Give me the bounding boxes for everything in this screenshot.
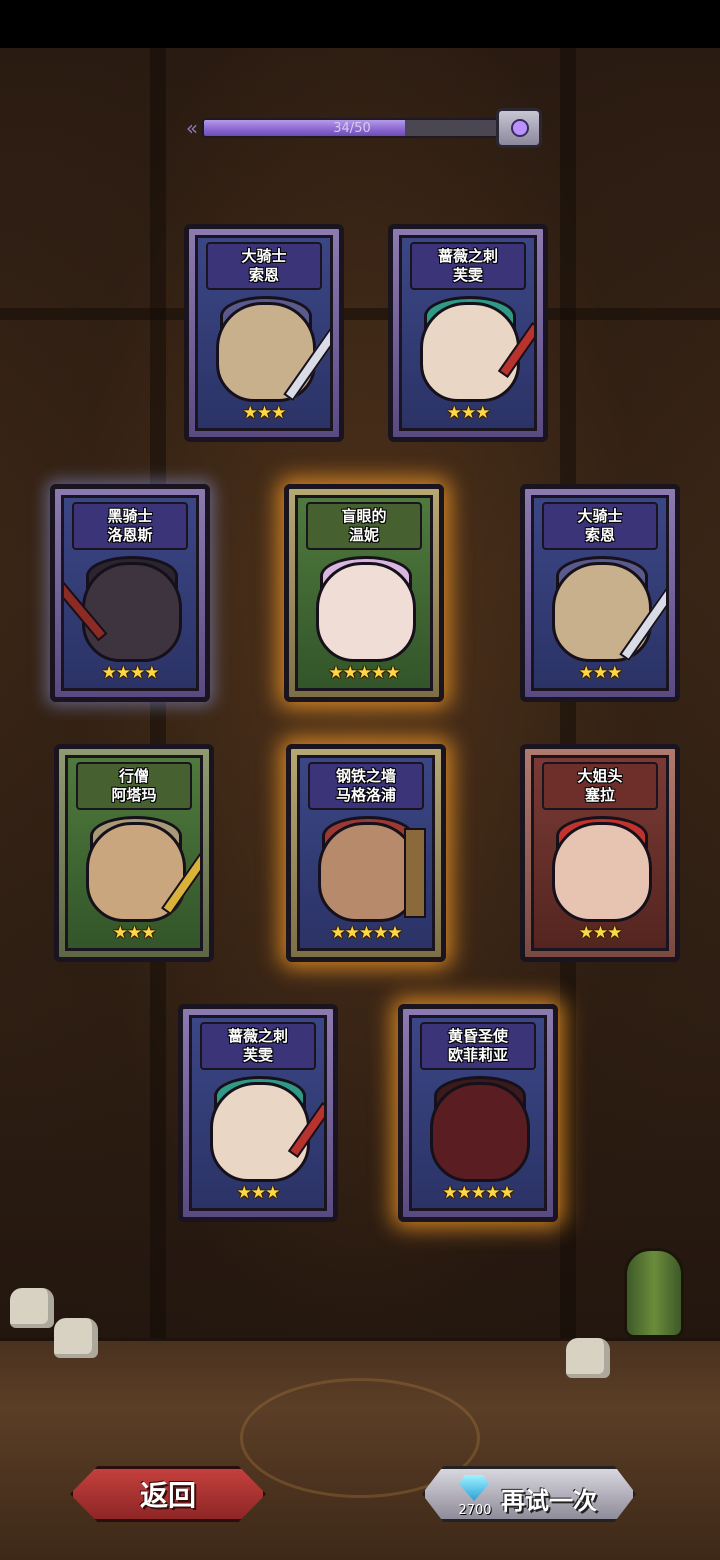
hero-name: 欧菲莉亚 xyxy=(447,1046,508,1064)
diamond-gem-icon xyxy=(459,1475,489,1501)
hero-card-art: 黄昏圣使 欧菲莉亚 ★★★★★ xyxy=(409,1015,547,1211)
hero-title: 大骑士 xyxy=(577,507,623,525)
hero-card-art: 大骑士 索恩 ★★★ xyxy=(195,235,333,431)
hero-title: 蔷薇之刺 xyxy=(437,247,498,265)
reward-chest-icon[interactable] xyxy=(496,108,542,148)
hero-name-plate: 黑骑士 洛恩斯 xyxy=(72,502,188,550)
hero-star-rating: ★★★ xyxy=(236,1183,281,1203)
hero-title: 大姐头 xyxy=(577,767,623,785)
hero-name: 温妮 xyxy=(348,526,379,544)
hero-card-art: 大姐头 塞拉 ★★★ xyxy=(531,755,669,951)
hero-card[interactable]: 黄昏圣使 欧菲莉亚 ★★★★★ xyxy=(398,1004,558,1222)
back-button[interactable]: 返回 xyxy=(70,1466,266,1522)
hero-title: 蔷薇之刺 xyxy=(227,1027,288,1045)
hero-star-rating: ★★★★ xyxy=(101,663,160,683)
hero-card-art: 大骑士 索恩 ★★★ xyxy=(531,495,669,691)
hero-title: 盲眼的 xyxy=(341,507,387,525)
retry-button[interactable]: 2700 再试一次 xyxy=(422,1466,636,1522)
candle-icon xyxy=(566,1338,610,1378)
hero-card-art: 黑骑士 洛恩斯 ★★★★ xyxy=(61,495,199,691)
hero-name: 芙雯 xyxy=(242,1046,273,1064)
hero-title: 行僧 xyxy=(118,767,149,785)
hero-name-plate: 大骑士 索恩 xyxy=(206,242,322,290)
hero-portrait xyxy=(210,1082,310,1182)
hero-portrait xyxy=(430,1082,530,1182)
hero-star-rating: ★★★ xyxy=(578,663,623,683)
candle-icon xyxy=(10,1288,54,1328)
retry-cost: 2700 xyxy=(458,1503,492,1518)
hero-card[interactable]: 大骑士 索恩 ★★★ xyxy=(520,484,680,702)
shield-icon xyxy=(404,828,426,918)
hero-card[interactable]: 大骑士 索恩 ★★★ xyxy=(184,224,344,442)
hero-star-rating: ★★★ xyxy=(578,923,623,943)
hero-card[interactable]: 黑骑士 洛恩斯 ★★★★ xyxy=(50,484,210,702)
hero-portrait xyxy=(552,822,652,922)
wood-beam xyxy=(0,308,720,320)
hero-name-plate: 盲眼的 温妮 xyxy=(306,502,422,550)
hero-name: 阿塔玛 xyxy=(111,786,157,804)
hero-name: 索恩 xyxy=(248,266,279,284)
hero-name-plate: 黄昏圣使 欧菲莉亚 xyxy=(420,1022,536,1070)
hero-card[interactable]: 蔷薇之刺 芙雯 ★★★ xyxy=(388,224,548,442)
progress-text: 34/50 xyxy=(333,121,371,136)
hero-title: 黄昏圣使 xyxy=(447,1027,508,1045)
hero-card[interactable]: 盲眼的 温妮 ★★★★★ xyxy=(284,484,444,702)
hero-name: 马格洛浦 xyxy=(335,786,396,804)
hero-title: 钢铁之墙 xyxy=(335,767,396,785)
hero-star-rating: ★★★ xyxy=(112,923,157,943)
hero-portrait xyxy=(318,822,418,922)
hero-card[interactable]: 行僧 阿塔玛 ★★★ xyxy=(54,744,214,962)
hero-card-art: 蔷薇之刺 芙雯 ★★★ xyxy=(189,1015,327,1211)
hero-name-plate: 蔷薇之刺 芙雯 xyxy=(410,242,526,290)
summon-progress-bar: « 34/50 xyxy=(180,108,542,148)
candle-icon xyxy=(54,1318,98,1358)
double-chevron-left-icon: « xyxy=(185,116,199,140)
hero-name-plate: 大姐头 塞拉 xyxy=(542,762,658,810)
hero-card-art: 蔷薇之刺 芙雯 ★★★ xyxy=(399,235,537,431)
hero-name-plate: 钢铁之墙 马格洛浦 xyxy=(308,762,424,810)
hero-name: 索恩 xyxy=(584,526,615,544)
hero-name: 洛恩斯 xyxy=(107,526,153,544)
hero-card-art: 钢铁之墙 马格洛浦 ★★★★★ xyxy=(297,755,435,951)
hero-card[interactable]: 蔷薇之刺 芙雯 ★★★ xyxy=(178,1004,338,1222)
hero-portrait xyxy=(316,562,416,662)
hero-title: 黑骑士 xyxy=(107,507,153,525)
hero-title: 大骑士 xyxy=(241,247,287,265)
hero-star-rating: ★★★★★ xyxy=(330,923,402,943)
hero-name-plate: 蔷薇之刺 芙雯 xyxy=(200,1022,316,1070)
hero-card[interactable]: 钢铁之墙 马格洛浦 ★★★★★ xyxy=(286,744,446,962)
hero-name-plate: 行僧 阿塔玛 xyxy=(76,762,192,810)
back-button-label: 返回 xyxy=(139,1479,196,1512)
hero-card[interactable]: 大姐头 塞拉 ★★★ xyxy=(520,744,680,962)
progress-track: 34/50 xyxy=(202,118,502,138)
hero-portrait xyxy=(420,302,520,402)
hero-star-rating: ★★★★★ xyxy=(328,663,400,683)
hero-card-art: 行僧 阿塔玛 ★★★ xyxy=(65,755,203,951)
hero-star-rating: ★★★ xyxy=(446,403,491,423)
hero-name: 塞拉 xyxy=(584,786,615,804)
bottle-icon xyxy=(624,1248,684,1338)
hero-star-rating: ★★★ xyxy=(242,403,287,423)
retry-button-label: 再试一次 xyxy=(501,1487,597,1515)
hero-name-plate: 大骑士 索恩 xyxy=(542,502,658,550)
hero-star-rating: ★★★★★ xyxy=(442,1183,514,1203)
hero-portrait xyxy=(82,562,182,662)
hero-card-art: 盲眼的 温妮 ★★★★★ xyxy=(295,495,433,691)
hero-name: 芙雯 xyxy=(452,266,483,284)
